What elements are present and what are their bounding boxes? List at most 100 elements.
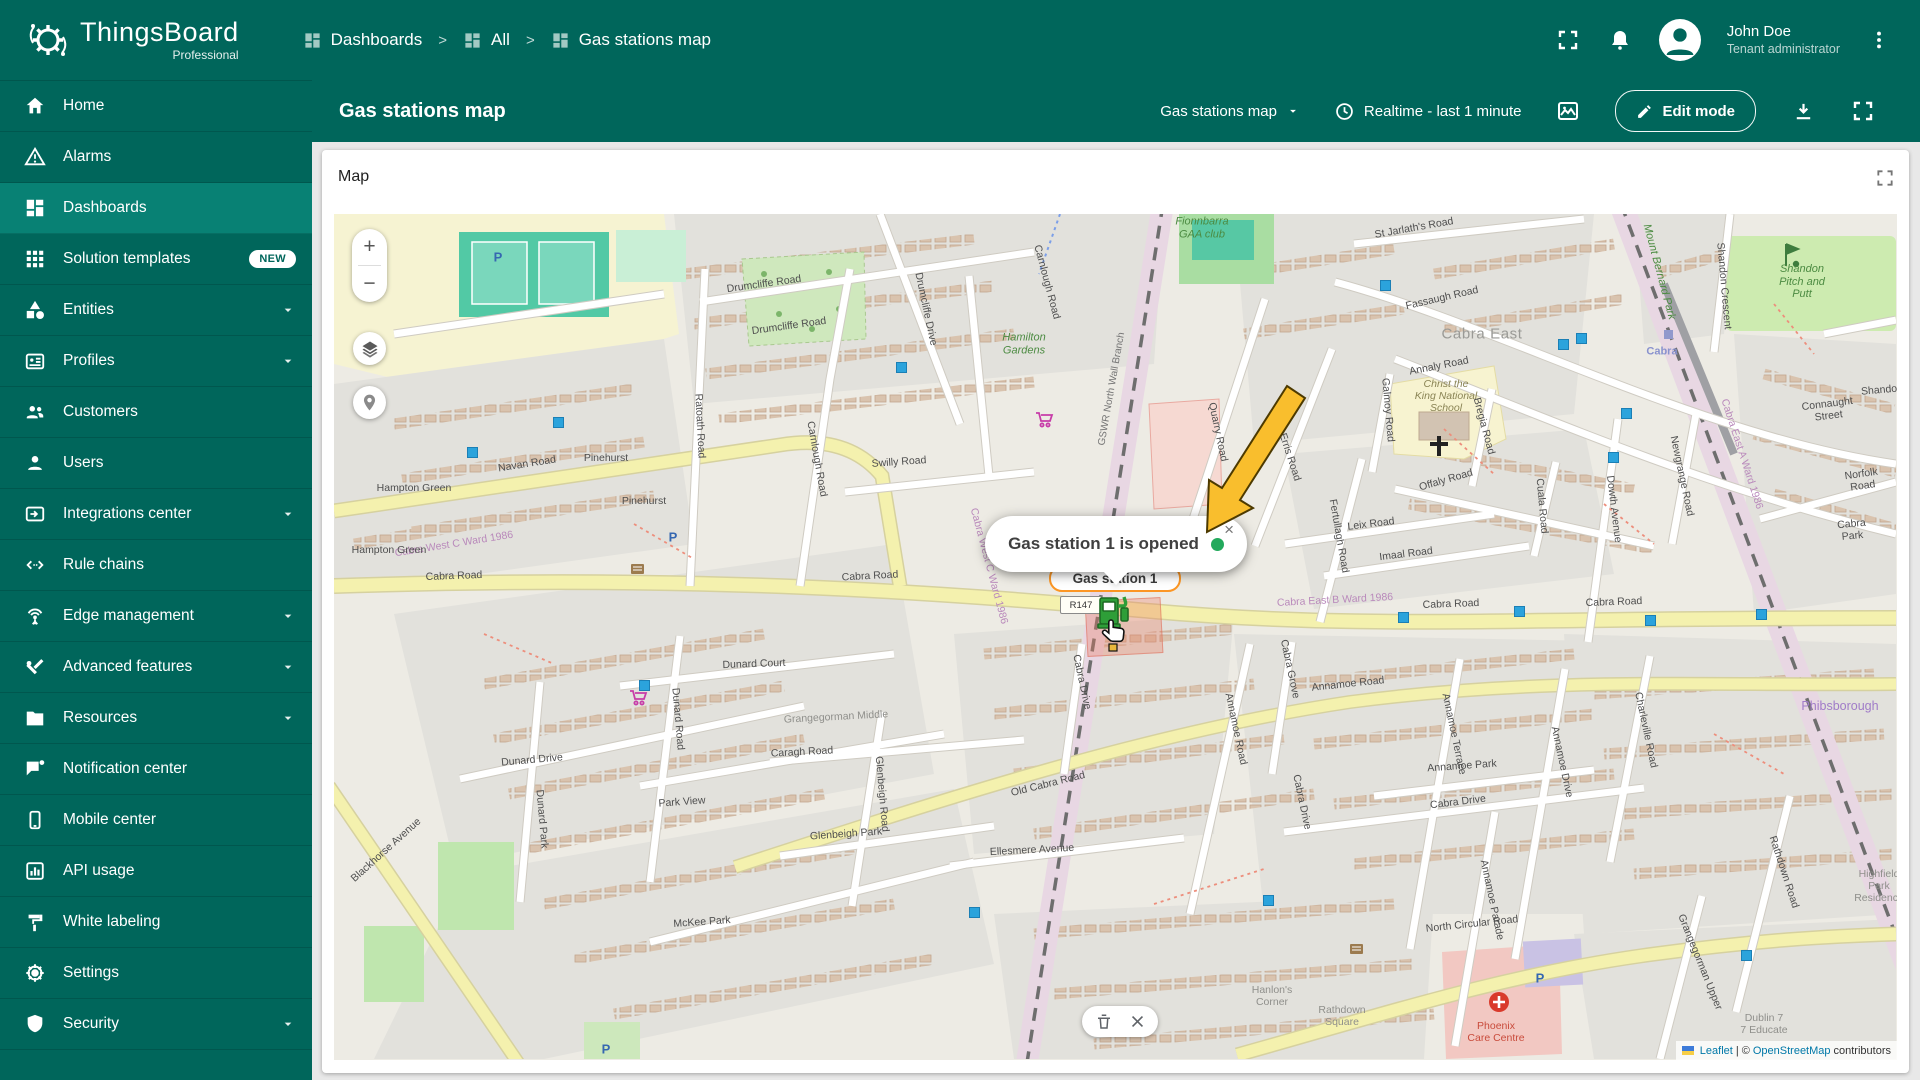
sidebar-item-home[interactable]: Home [0, 81, 312, 132]
breadcrumb-label: Gas stations map [578, 30, 711, 49]
customers-icon [24, 401, 46, 423]
sidebar-item-resources[interactable]: Resources [0, 693, 312, 744]
zoom-in-button[interactable]: + [352, 229, 387, 265]
user-info[interactable]: John Doe Tenant administrator [1727, 23, 1840, 57]
location-pin-icon [363, 394, 376, 411]
user-role: Tenant administrator [1726, 41, 1840, 56]
gas-station-marker[interactable] [1096, 592, 1134, 630]
sidebar-item-solution-templates[interactable]: Solution templates NEW [0, 234, 312, 285]
map-marker-blue [1645, 615, 1656, 626]
sidebar-item-alarms[interactable]: Alarms [0, 132, 312, 183]
breadcrumb-label: Dashboards [330, 30, 423, 49]
templates-icon [24, 248, 46, 270]
dashboard-content: Map Cabra Road Cabra Road Cabra East B W… [312, 142, 1920, 1080]
chevron-down-icon [280, 608, 296, 624]
download-icon[interactable] [1790, 98, 1816, 124]
widget-fullscreen-icon[interactable] [1875, 168, 1895, 188]
sidebar-item-label: Home [63, 97, 105, 114]
thingsboard-logo[interactable]: ThingsBoard Professional [0, 18, 239, 62]
sidebar-item-advanced-features[interactable]: Advanced features [0, 642, 312, 693]
sidebar-item-users[interactable]: Users [0, 438, 312, 489]
profiles-icon [24, 350, 46, 372]
image-gallery-icon[interactable] [1555, 98, 1581, 124]
map-layers-button[interactable] [353, 332, 386, 365]
library-icon [1350, 944, 1363, 954]
sidebar-item-label: Solution templates [63, 250, 191, 267]
ukraine-flag-icon [1681, 1046, 1694, 1055]
sidebar-item-label: Rule chains [63, 556, 144, 573]
leaflet-link[interactable]: Leaflet [1700, 1045, 1733, 1057]
sidebar-item-entities[interactable]: Entities [0, 285, 312, 336]
map-locate-button[interactable] [353, 386, 386, 419]
fullscreen-icon[interactable] [1555, 27, 1581, 53]
sidebar-item-label: Settings [63, 964, 120, 981]
sidebar-item-security[interactable]: Security [0, 999, 312, 1050]
tooltip-close-icon[interactable]: × [1224, 520, 1234, 540]
sidebar-item-notification-center[interactable]: Notification center [0, 744, 312, 795]
dashboard-icon [303, 31, 322, 50]
mobile-icon [24, 809, 46, 831]
sidebar-item-dashboards[interactable]: Dashboards [0, 183, 312, 234]
dashboard-icon [463, 31, 482, 50]
map-widget-card: Map Cabra Road Cabra Road Cabra East B W… [322, 150, 1909, 1073]
map-marker-blue [467, 447, 478, 458]
sidebar-item-profiles[interactable]: Profiles [0, 336, 312, 387]
notifications-bell-icon[interactable] [1607, 27, 1633, 53]
tooltip-text: Gas station 1 is opened [1008, 534, 1199, 553]
chevron-down-icon [280, 710, 296, 726]
map-marker-blue [1380, 280, 1391, 291]
sidebar-item-label: Users [63, 454, 104, 471]
sidebar: Home Alarms Dashboards Solution template… [0, 80, 312, 1080]
sidebar-item-label: Entities [63, 301, 114, 318]
sidebar-item-label: Integrations center [63, 505, 192, 522]
sidebar-item-rule-chains[interactable]: Rule chains [0, 540, 312, 591]
dashboard-toolbar: Gas stations map Gas stations map Realti… [312, 80, 1920, 142]
map-marker-blue [1741, 950, 1752, 961]
breadcrumb: Dashboards > All > Gas stations map [303, 30, 711, 50]
user-name: John Doe [1726, 22, 1791, 40]
sidebar-item-label: Customers [63, 403, 138, 420]
chevron-down-icon [1290, 109, 1296, 113]
edit-mode-button[interactable]: Edit mode [1615, 90, 1756, 132]
close-edit-icon[interactable] [1129, 1013, 1146, 1030]
osm-link[interactable]: OpenStreetMap [1753, 1045, 1831, 1057]
dashboard-selector[interactable]: Gas stations map [1160, 103, 1300, 120]
rail-station-icon [1664, 330, 1673, 339]
library-icon [631, 564, 644, 574]
breadcrumb-label: All [491, 30, 510, 49]
sidebar-item-settings[interactable]: Settings [0, 948, 312, 999]
page-title: Gas stations map [339, 99, 506, 122]
delete-marker-icon[interactable] [1095, 1013, 1113, 1031]
widget-title: Map [338, 168, 370, 185]
map-marker-blue [1398, 612, 1409, 623]
toolbar-fullscreen-icon[interactable] [1850, 98, 1876, 124]
sidebar-item-label: Resources [63, 709, 138, 726]
security-icon [24, 1013, 46, 1035]
sidebar-item-label: Mobile center [63, 811, 157, 828]
more-vert-icon[interactable] [1866, 27, 1892, 53]
breadcrumb-item[interactable]: Dashboards [303, 30, 423, 50]
breadcrumb-item[interactable]: All [463, 30, 510, 50]
sidebar-item-label: Notification center [63, 760, 188, 777]
breadcrumb-item[interactable]: Gas stations map [551, 30, 711, 50]
sidebar-item-customers[interactable]: Customers [0, 387, 312, 438]
sidebar-item-edge-management[interactable]: Edge management [0, 591, 312, 642]
chevron-down-icon [280, 659, 296, 675]
sidebar-item-label: White labeling [63, 913, 161, 930]
sidebar-item-api-usage[interactable]: API usage [0, 846, 312, 897]
sidebar-item-integrations-center[interactable]: Integrations center [0, 489, 312, 540]
user-avatar[interactable] [1658, 19, 1701, 61]
chevron-down-icon [280, 302, 296, 318]
sidebar-item-mobile-center[interactable]: Mobile center [0, 795, 312, 846]
resources-icon [24, 707, 46, 729]
time-window-button[interactable]: Realtime - last 1 minute [1334, 101, 1521, 122]
map-marker-blue [969, 907, 980, 918]
dashboard-icon [551, 31, 570, 50]
hospital-icon [1489, 992, 1509, 1012]
leaflet-map[interactable]: Cabra Road Cabra Road Cabra East B Ward 19… [334, 214, 1897, 1060]
rulechains-icon [24, 554, 46, 576]
zoom-out-button[interactable]: − [352, 266, 387, 302]
whitelabel-icon [24, 911, 46, 933]
sidebar-item-white-labeling[interactable]: White labeling [0, 897, 312, 948]
chevron-down-icon [280, 506, 296, 522]
